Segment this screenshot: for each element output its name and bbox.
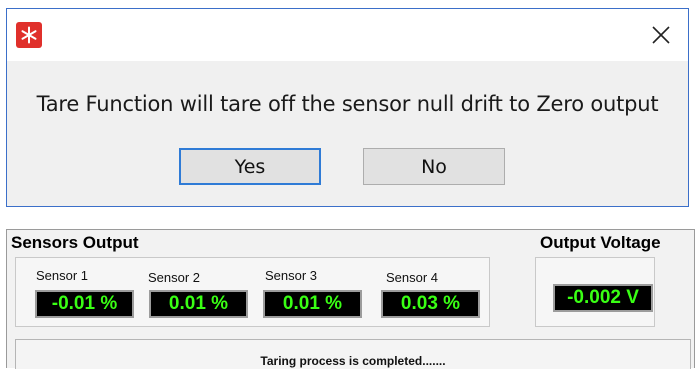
sensors-output-title: Sensors Output (11, 233, 139, 252)
sensor-3-label: Sensor 3 (265, 268, 318, 283)
output-voltage-readout: -0.002 V (553, 284, 653, 312)
sensor-4-label: Sensor 4 (386, 270, 439, 285)
close-icon[interactable] (648, 22, 674, 48)
no-button[interactable]: No (363, 148, 505, 185)
dialog-message: Tare Function will tare off the sensor n… (36, 92, 659, 116)
sensor-4-readout: 0.03 % (381, 290, 480, 318)
status-bar: Taring process is completed....... (15, 339, 691, 369)
sensor-readouts-group: Sensor 1 -0.01 % Sensor 2 0.01 % Sensor … (15, 257, 490, 327)
sensor-2-label: Sensor 2 (148, 270, 201, 285)
sensor-3-readout: 0.01 % (263, 290, 362, 318)
dialog-titlebar (7, 9, 688, 61)
app-snowflake-icon (16, 22, 42, 48)
sensor-1-label: Sensor 1 (36, 268, 89, 283)
yes-button[interactable]: Yes (179, 148, 321, 185)
output-voltage-group: -0.002 V (535, 257, 655, 327)
status-message: Taring process is completed....... (260, 354, 446, 368)
sensors-output-panel: Sensors Output Output Voltage Sensor 1 -… (6, 229, 695, 369)
output-voltage-title: Output Voltage (540, 233, 661, 252)
sensor-2-readout: 0.01 % (149, 290, 248, 318)
sensor-1-readout: -0.01 % (35, 290, 134, 318)
tare-confirm-dialog: Tare Function will tare off the sensor n… (6, 8, 689, 207)
